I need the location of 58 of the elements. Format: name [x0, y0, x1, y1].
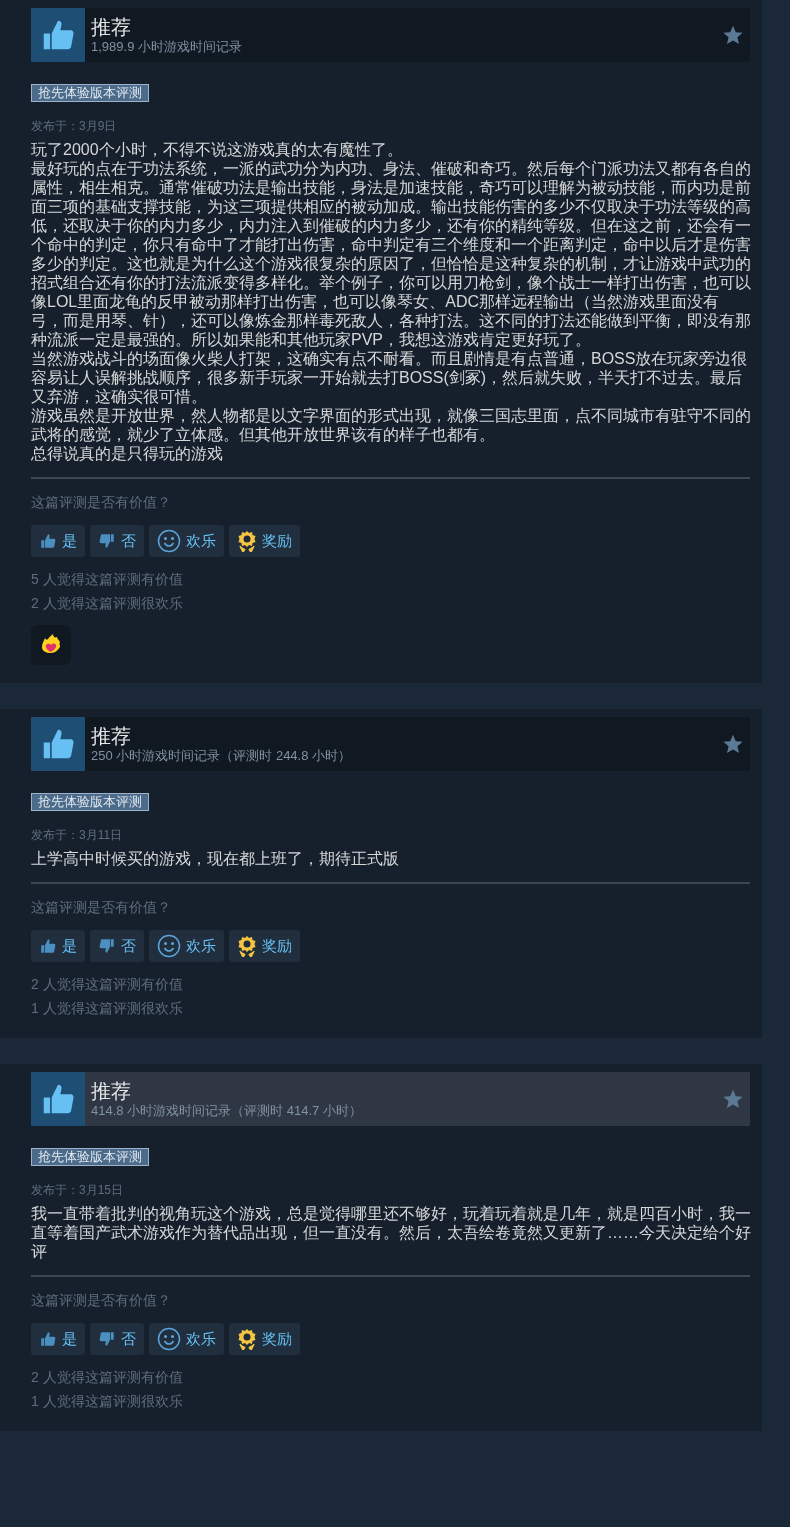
star-icon[interactable]	[722, 733, 744, 755]
vote-button[interactable]: 欢乐	[149, 1323, 224, 1355]
recommendation-label: 推荐	[91, 1079, 132, 1103]
review-paragraph: 游戏虽然是开放世界，然人物都是以文字界面的形式出现，就像三国志里面，点不同城市有驻守不同的武将的感觉，就少了立体感。但其他开放世界该有的样子也都有。	[31, 406, 751, 444]
recommendation-label: 推荐	[91, 724, 132, 748]
helpful-question: 这篇评测是否有价值？	[31, 898, 172, 916]
vote-button[interactable]: 否	[90, 1323, 144, 1355]
post-date: 发布于：3月15日	[31, 1182, 125, 1198]
helpful-question: 这篇评测是否有价值？	[31, 493, 172, 511]
star-icon[interactable]	[722, 24, 744, 46]
review-paragraph: 我一直带着批判的视角玩这个游戏，总是觉得哪里还不够好，玩着玩着就是几年，就是四百小时，我一直等着国产武术游戏作为替代品出现，但一直没有。然后，太吾绘卷竟然又更新了……今天决定给个好评	[31, 1204, 751, 1261]
vote-button[interactable]: 奖励	[229, 930, 300, 962]
helpful-question: 这篇评测是否有价值？	[31, 1291, 172, 1309]
vote-count-text: 2 人觉得这篇评测有价值	[31, 1368, 184, 1387]
smiley-icon	[157, 934, 181, 958]
review-header[interactable]: 推荐 250 小时游戏时间记录（评测时 244.8 小时）	[31, 717, 750, 771]
thumbs-up-icon	[39, 937, 57, 955]
vote-button[interactable]: 否	[90, 930, 144, 962]
vote-button[interactable]: 是	[31, 525, 85, 557]
smiley-icon	[157, 1327, 181, 1351]
vote-button[interactable]: 欢乐	[149, 525, 224, 557]
vote-button[interactable]: 奖励	[229, 525, 300, 557]
review-paragraph: 最好玩的点在于功法系统，一派的武功分为内功、身法、催破和奇巧。然后每个门派功法又都有各自的属性，相生相克。通常催破功法是输出技能，身法是加速技能，奇巧可以理解为被动技能，而内功是前面三项的基础支撑技能，为这三项提供相应的被动加成。输出技能伤害的多少不仅取决于功法等级的高低，还取决于你的内力多少，内力注入到催破的内力多少，还有你的精纯等级。但在这之前，还会有一个命中的判定，你只有命中了才能打出伤害，命中判定有三个维度和一个距离判定，命中以后才是伤害多少的判定。这也就是为什么这个游戏很复杂的原因了，但恰恰是这种复杂的机制，才让游戏中武功的招式组合还有你的打法流派变得多样化。举个例子，你可以用刀枪剑，像个战士一样打出伤害，也可以像LOL里面龙龟的反甲被动那样打出伤害，也可以像琴女、ADC那样远程输出（当然游戏里面没有弓，而是用琴、针），还可以像炼金那样毒死敌人，各种打法。这不同的打法还能做到平衡，即没有那种流派一定是最强的。所以如果能和其他玩家PVP，我想这游戏肯定更好玩了。	[31, 159, 751, 349]
post-date: 发布于：3月9日	[31, 118, 118, 134]
thumbs-down-icon	[98, 1330, 116, 1348]
early-access-tag: 抢先体验版本评测	[31, 1148, 149, 1166]
vote-button[interactable]: 否	[90, 525, 144, 557]
smiley-icon	[157, 529, 181, 553]
vote-count-text: 1 人觉得这篇评测很欢乐	[31, 999, 184, 1018]
thumbs-up-icon	[39, 1330, 57, 1348]
review-paragraph: 上学高中时候买的游戏，现在都上班了，期待正式版	[31, 849, 400, 868]
vote-button[interactable]: 是	[31, 1323, 85, 1355]
review-header[interactable]: 推荐 1,989.9 小时游戏时间记录	[31, 8, 750, 62]
playtime-text: 1,989.9 小时游戏时间记录	[91, 39, 243, 55]
vote-button[interactable]: 奖励	[229, 1323, 300, 1355]
thumbs-down-icon	[98, 532, 116, 550]
playtime-text: 250 小时游戏时间记录（评测时 244.8 小时）	[91, 748, 353, 764]
review-paragraph: 总得说真的是只得玩的游戏	[31, 444, 224, 463]
vote-button[interactable]: 是	[31, 930, 85, 962]
vote-count-text: 2 人觉得这篇评测有价值	[31, 975, 184, 994]
early-access-tag: 抢先体验版本评测	[31, 84, 149, 102]
vote-count-text: 1 人觉得这篇评测很欢乐	[31, 1392, 184, 1411]
vote-count-text: 2 人觉得这篇评测很欢乐	[31, 594, 184, 613]
review-header[interactable]: 推荐 414.8 小时游戏时间记录（评测时 414.7 小时）	[31, 1072, 750, 1126]
thumbs-up-icon	[39, 532, 57, 550]
thumbs-down-icon	[98, 937, 116, 955]
star-icon[interactable]	[722, 1088, 744, 1110]
recommendation-label: 推荐	[91, 15, 132, 39]
playtime-text: 414.8 小时游戏时间记录（评测时 414.7 小时）	[91, 1103, 363, 1119]
medal-icon	[237, 1328, 257, 1350]
post-date: 发布于：3月11日	[31, 827, 124, 843]
medal-icon	[237, 530, 257, 552]
review-paragraph: 玩了2000个小时，不得不说这游戏真的太有魔性了。	[31, 140, 404, 159]
medal-icon	[237, 935, 257, 957]
review-paragraph: 当然游戏战斗的场面像火柴人打架，这确实有点不耐看。而且剧情是有点普通，BOSS放在玩家旁边很容易让人误解挑战顺序，很多新手玩家一开始就去打BOSS(剑冢)，然后就失败，半天打不过去。最后又弃游，这确实很可惜。	[31, 349, 749, 406]
vote-button[interactable]: 欢乐	[149, 930, 224, 962]
early-access-tag: 抢先体验版本评测	[31, 793, 149, 811]
vote-count-text: 5 人觉得这篇评测有价值	[31, 570, 184, 589]
